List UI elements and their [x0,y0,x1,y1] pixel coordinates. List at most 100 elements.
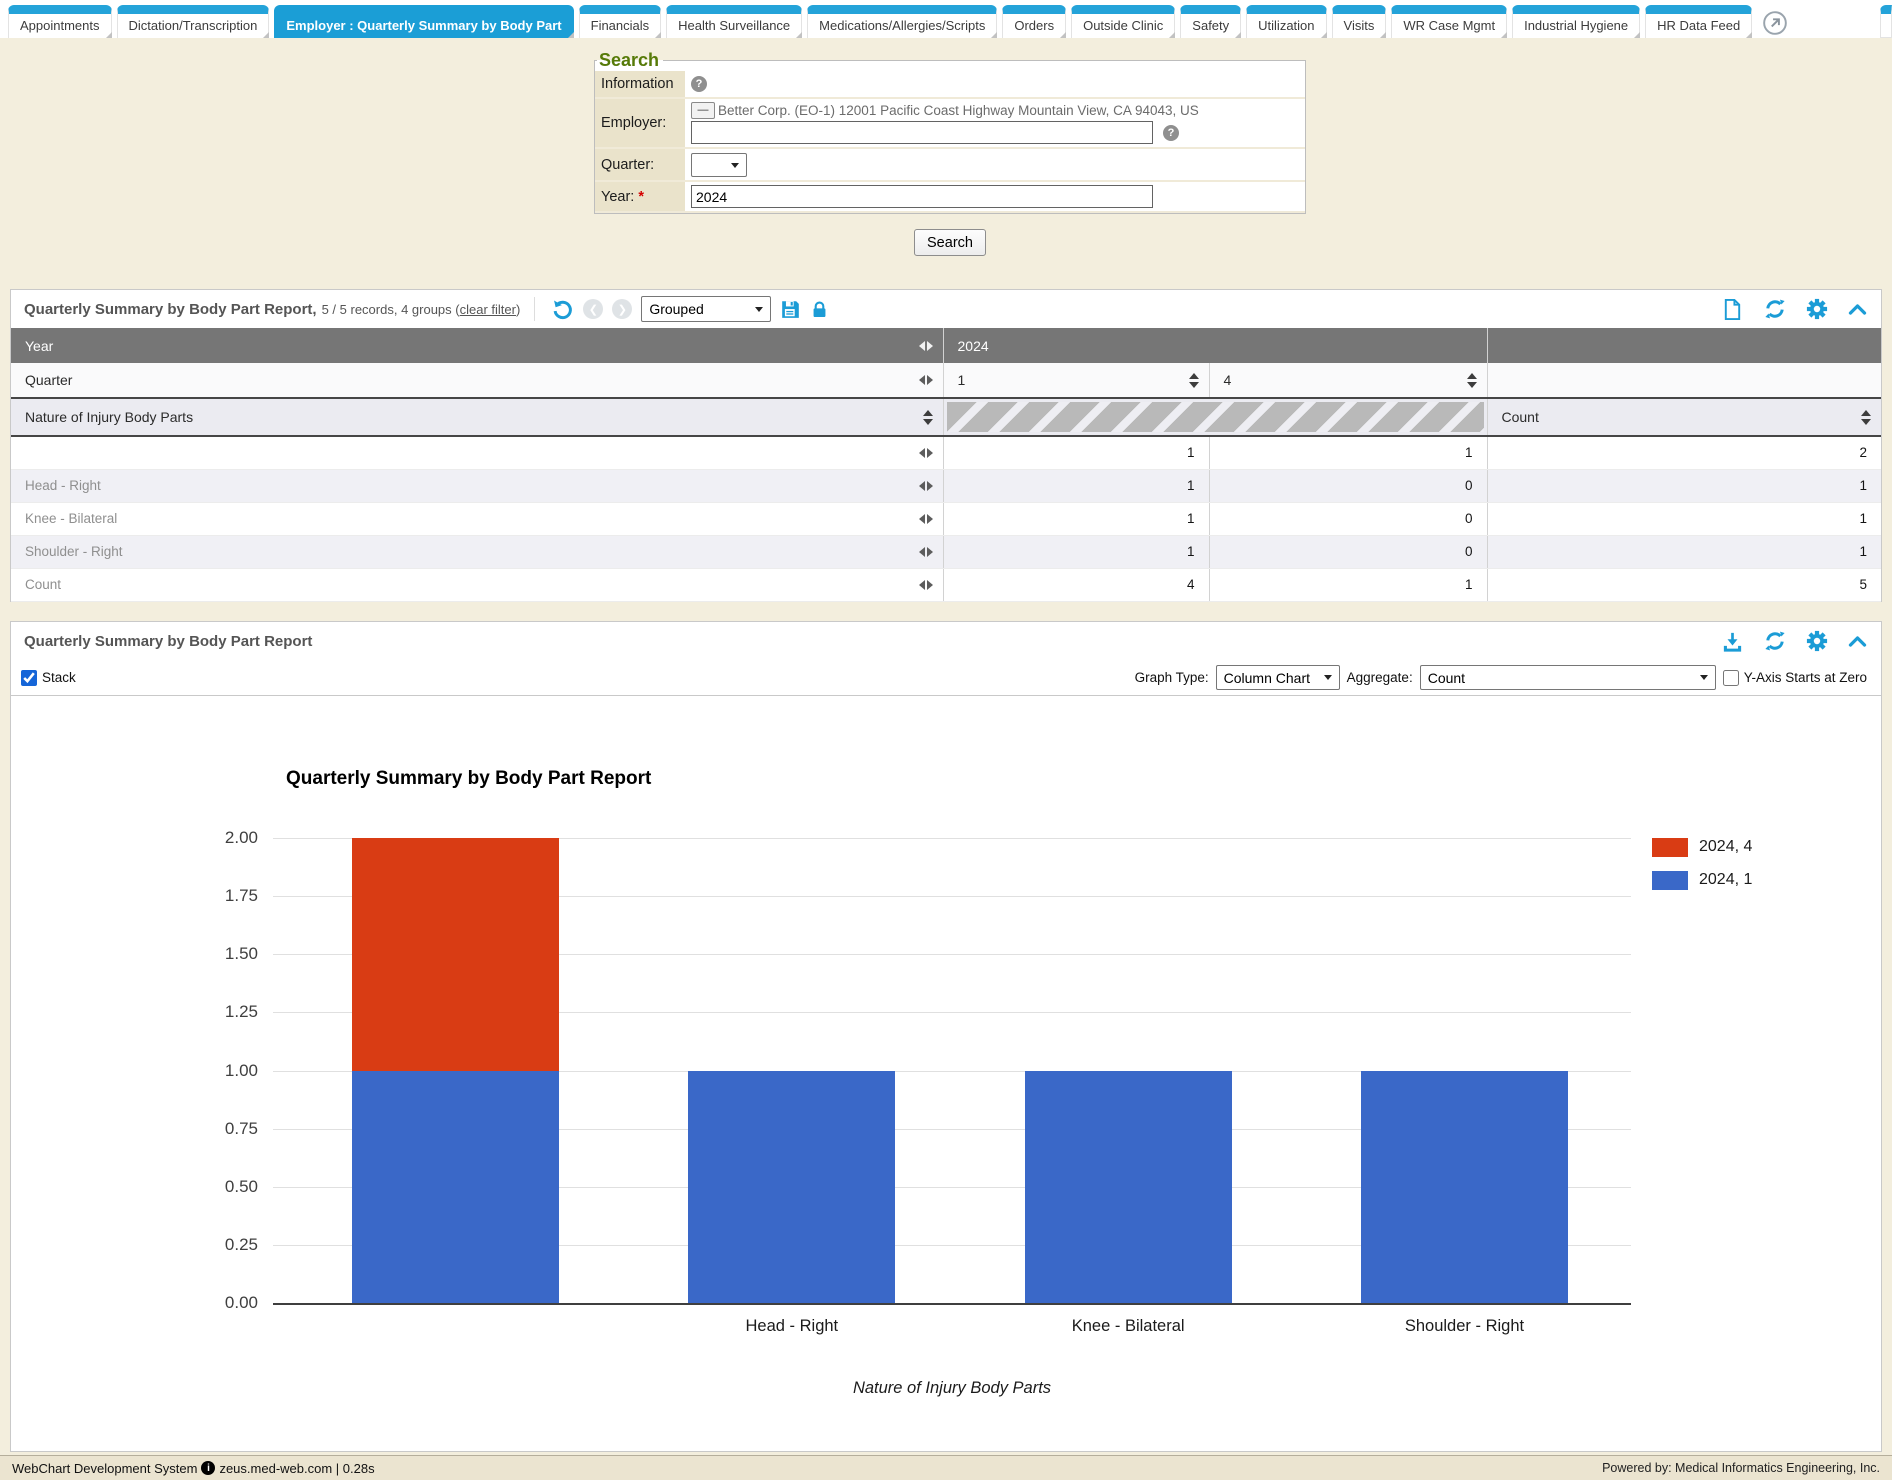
tab-medications-allergies-scripts[interactable]: Medications/Allergies/Scripts [807,5,997,38]
employer-selected-value: Better Corp. (EO-1) 12001 Pacific Coast … [718,103,1199,118]
tab-wr-case-mgmt[interactable]: WR Case Mgmt [1391,5,1507,38]
quarter-select[interactable] [691,153,747,177]
lock-icon[interactable] [810,300,829,319]
information-label: Information [595,71,685,98]
graph-type-label: Graph Type: [1135,670,1209,685]
tab-partial[interactable] [1880,5,1892,38]
undo-icon[interactable] [551,298,574,321]
nature-header-label: Nature of Injury Body Parts [25,409,193,425]
y-tick-label: 2.00 [186,828,258,848]
sort-icon[interactable] [1861,410,1871,425]
year-label: Year: * [595,181,685,212]
tab-industrial-hygiene[interactable]: Industrial Hygiene [1512,5,1640,38]
x-tick-label: Shoulder - Right [1299,1317,1629,1336]
yaxis-zero-checkbox[interactable] [1723,670,1739,686]
column-resize-icon[interactable] [919,341,933,351]
collapse-panel-icon[interactable] [1847,299,1868,320]
webchart-app: AppointmentsDictation/TranscriptionEmplo… [0,0,1892,1480]
y-tick-label: 0.00 [186,1293,258,1313]
next-page-icon[interactable]: ❯ [612,299,632,319]
tab-employer-quarterly-summary-by-body-part[interactable]: Employer : Quarterly Summary by Body Par… [274,5,573,38]
hatched-filler [947,402,1484,432]
report-grid-panel: Quarterly Summary by Body Part Report, 5… [10,289,1882,602]
tab-outside-clinic[interactable]: Outside Clinic [1071,5,1175,38]
y-tick-label: 1.50 [186,944,258,964]
column-chart: Quarterly Summary by Body Part Report Na… [11,696,1881,1451]
sort-icon[interactable] [1467,373,1477,388]
sort-icon[interactable] [923,410,933,425]
legend-label: 2024, 4 [1699,838,1752,856]
quarter-label: Quarter: [595,148,685,181]
tab-visits[interactable]: Visits [1332,5,1387,38]
new-document-icon[interactable] [1721,298,1744,321]
chevron-down-icon [1324,675,1332,680]
stack-checkbox[interactable] [21,670,37,686]
x-tick-label: Head - Right [627,1317,957,1336]
clear-filter-link[interactable]: clear filter [460,302,516,317]
prev-page-icon[interactable]: ❮ [583,299,603,319]
tab-safety[interactable]: Safety [1180,5,1241,38]
bar-segment [688,1071,895,1304]
employer-label: Employer: [595,98,685,148]
help-icon[interactable]: ? [1163,125,1179,141]
employer-collapse-button[interactable]: — [691,102,715,119]
footer-app-name: WebChart Development System [12,1461,197,1476]
view-mode-select[interactable]: Grouped [641,296,771,322]
help-icon[interactable]: ? [691,76,707,92]
column-resize-icon[interactable] [919,547,933,557]
cell-q4: 0 [1210,478,1487,493]
tab-financials[interactable]: Financials [579,5,662,38]
sort-icon[interactable] [1189,373,1199,388]
column-resize-icon[interactable] [919,514,933,524]
row-label: Shoulder - Right [25,544,123,559]
gear-icon[interactable] [1806,630,1828,652]
bar-segment [352,838,559,1071]
search-legend: Search [597,50,663,71]
tab-overflow-button[interactable] [1756,8,1794,38]
graph-type-select[interactable]: Column Chart [1216,665,1340,690]
y-tick-label: 0.75 [186,1119,258,1139]
quarter-4-column: 4 [1224,372,1232,388]
aggregate-label: Aggregate: [1347,670,1413,685]
footer-powered-by: Powered by: Medical Informatics Engineer… [1602,1461,1880,1475]
tab-appointments[interactable]: Appointments [8,5,112,38]
employer-input[interactable] [691,121,1153,144]
tab-orders[interactable]: Orders [1002,5,1066,38]
yaxis-zero-toggle[interactable]: Y-Axis Starts at Zero [1723,670,1867,686]
cell-q4: 1 [1210,577,1487,592]
bar-segment [1025,1071,1232,1304]
collapse-panel-icon[interactable] [1847,631,1868,652]
chevron-down-icon [755,307,763,312]
gear-icon[interactable] [1806,298,1828,320]
y-tick-label: 1.75 [186,886,258,906]
table-row: Knee - Bilateral101 [11,502,1881,535]
download-icon[interactable] [1721,630,1744,653]
year-header-label: Year [25,338,53,354]
yaxis-zero-label: Y-Axis Starts at Zero [1744,670,1867,685]
refresh-icon[interactable] [1763,297,1787,321]
year-header-value: 2024 [958,338,989,354]
tab-utilization[interactable]: Utilization [1246,5,1326,38]
info-icon[interactable]: i [201,1461,215,1475]
save-icon[interactable] [780,299,801,320]
column-resize-icon[interactable] [919,580,933,590]
column-resize-icon[interactable] [919,448,933,458]
cell-count: 1 [1488,478,1882,493]
cell-q1: 1 [944,445,1209,460]
aggregate-select[interactable]: Count [1420,665,1716,690]
x-tick-label: Knee - Bilateral [963,1317,1293,1336]
search-section: Search Information ? Employer: — Better … [594,50,1306,256]
tab-dictation-transcription[interactable]: Dictation/Transcription [117,5,270,38]
search-button[interactable]: Search [914,229,986,256]
column-resize-icon[interactable] [919,481,933,491]
tab-health-surveillance[interactable]: Health Surveillance [666,5,802,38]
tab-bar: AppointmentsDictation/TranscriptionEmplo… [0,0,1892,38]
search-panel: Search Information ? Employer: — Better … [594,50,1306,214]
stack-toggle[interactable]: Stack [21,670,76,686]
year-input[interactable] [691,185,1153,208]
table-row: Count415 [11,568,1881,601]
cell-q4: 0 [1210,544,1487,559]
tab-hr-data-feed[interactable]: HR Data Feed [1645,5,1752,38]
column-resize-icon[interactable] [919,375,933,385]
refresh-icon[interactable] [1763,629,1787,653]
